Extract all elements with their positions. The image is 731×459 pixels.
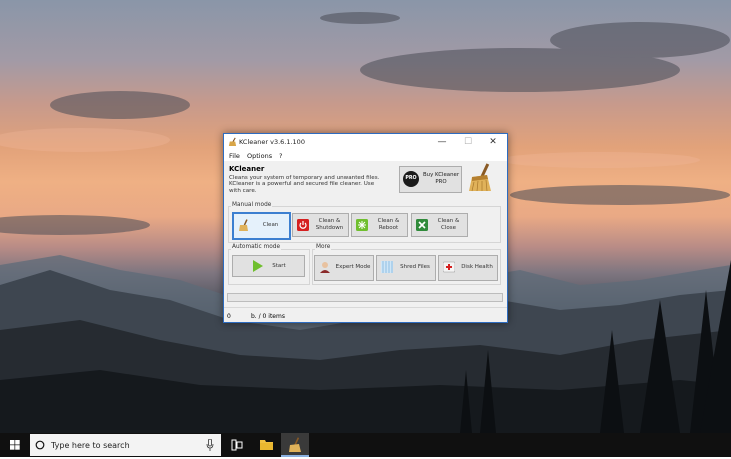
menu-file[interactable]: File bbox=[229, 152, 240, 160]
shred-files-label: Shred Files bbox=[400, 264, 430, 270]
shredder-icon bbox=[381, 261, 393, 273]
cortana-circle-icon bbox=[35, 440, 45, 450]
search-input[interactable]: Type here to search bbox=[30, 434, 221, 456]
close-button[interactable]: ✕ bbox=[480, 134, 506, 150]
first-aid-icon bbox=[443, 261, 455, 273]
title-bar[interactable]: KCleaner v3.6.1.100 — ☐ ✕ bbox=[224, 134, 507, 150]
disk-health-button[interactable]: Disk Health bbox=[438, 255, 498, 281]
status-items: b. / 0 items bbox=[251, 313, 285, 320]
clean-reboot-button[interactable]: Clean & Reboot bbox=[351, 213, 408, 237]
broom-icon bbox=[228, 137, 237, 146]
more-label: More bbox=[315, 244, 332, 250]
broom-logo-icon bbox=[469, 163, 491, 192]
broom-icon bbox=[239, 219, 248, 231]
status-size: 0 bbox=[227, 313, 231, 320]
app-description: Cleans your system of temporary and unwa… bbox=[229, 175, 380, 194]
clean-close-button[interactable]: Clean & Close bbox=[411, 213, 468, 237]
automatic-mode-label: Automatic mode bbox=[231, 244, 282, 250]
minimize-button[interactable]: — bbox=[429, 134, 455, 150]
start-button[interactable]: Start bbox=[232, 255, 305, 277]
shred-files-button[interactable]: Shred Files bbox=[376, 255, 436, 281]
broom-icon bbox=[289, 437, 301, 452]
disk-health-label: Disk Health bbox=[461, 264, 493, 270]
folder-icon bbox=[260, 440, 273, 450]
file-explorer-button[interactable] bbox=[252, 433, 280, 457]
window-title: KCleaner v3.6.1.100 bbox=[239, 138, 305, 146]
clean-shutdown-button[interactable]: Clean & Shutdown bbox=[292, 213, 349, 237]
reboot-icon bbox=[356, 219, 368, 231]
menu-options[interactable]: Options bbox=[247, 152, 272, 160]
close-app-icon bbox=[416, 219, 428, 231]
taskbar: Type here to search bbox=[0, 433, 731, 457]
status-bar: 0 b. / 0 items bbox=[224, 307, 507, 323]
buy-pro-button[interactable]: PRO Buy KCleaner PRO bbox=[399, 166, 462, 193]
clean-button[interactable]: Clean bbox=[232, 212, 291, 240]
menu-help[interactable]: ? bbox=[279, 152, 282, 160]
pro-badge-icon: PRO bbox=[403, 171, 419, 187]
expert-person-icon bbox=[320, 262, 330, 273]
kcleaner-window: KCleaner v3.6.1.100 — ☐ ✕ File Options ?… bbox=[223, 133, 508, 323]
app-name: KCleaner bbox=[229, 165, 265, 173]
menu-bar: File Options ? bbox=[224, 150, 507, 161]
clean-close-label: Clean & Close bbox=[437, 218, 460, 231]
task-view-icon bbox=[231, 439, 243, 451]
clean-shutdown-label: Clean & Shutdown bbox=[315, 218, 344, 231]
microphone-icon[interactable] bbox=[206, 439, 214, 451]
progress-bar bbox=[227, 293, 503, 302]
clean-reboot-label: Clean & Reboot bbox=[377, 218, 400, 231]
maximize-button[interactable]: ☐ bbox=[455, 134, 481, 150]
power-icon bbox=[297, 219, 309, 231]
start-label: Start bbox=[272, 263, 286, 269]
start-menu-button[interactable] bbox=[0, 433, 30, 457]
windows-logo-icon bbox=[10, 440, 20, 450]
clean-label: Clean bbox=[262, 222, 279, 228]
task-view-button[interactable] bbox=[223, 433, 251, 457]
manual-mode-label: Manual mode bbox=[231, 202, 273, 208]
expert-mode-button[interactable]: Expert Mode bbox=[314, 255, 374, 281]
buy-pro-label: Buy KCleaner PRO bbox=[422, 172, 460, 185]
search-placeholder: Type here to search bbox=[51, 441, 130, 450]
play-icon bbox=[253, 260, 263, 272]
kcleaner-taskbar-button[interactable] bbox=[281, 433, 309, 457]
expert-mode-label: Expert Mode bbox=[335, 264, 371, 270]
